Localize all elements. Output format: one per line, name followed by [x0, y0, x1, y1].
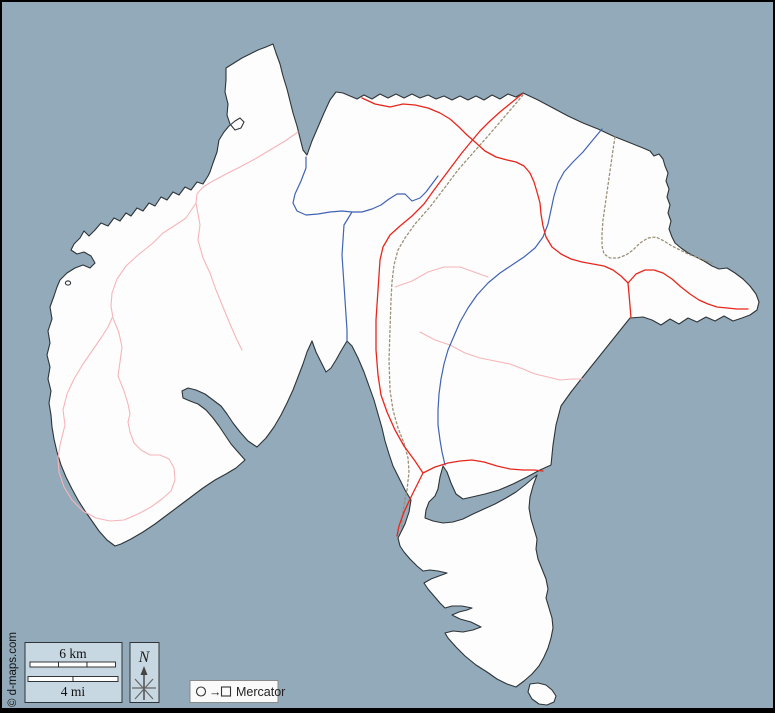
compass-panel: N	[130, 643, 159, 703]
map-svg: © d-maps.com 6 km 4 mi N → M	[0, 0, 775, 713]
map-canvas: © d-maps.com 6 km 4 mi N → M	[0, 0, 775, 713]
projection-legend: → Mercator	[190, 681, 285, 703]
compass-north-label: N	[138, 649, 151, 666]
scale-bar-panel: 6 km 4 mi	[25, 643, 122, 703]
projection-arrow-icon: →	[209, 685, 222, 699]
scale-km-label: 6 km	[59, 646, 87, 661]
copyright-watermark: © d-maps.com	[7, 632, 19, 707]
islet-northwest	[65, 281, 70, 285]
scale-km-bar	[30, 662, 116, 667]
projection-label: Mercator	[236, 685, 285, 699]
scale-mi-label: 4 mi	[61, 684, 86, 699]
scale-mi-bar	[28, 677, 118, 682]
